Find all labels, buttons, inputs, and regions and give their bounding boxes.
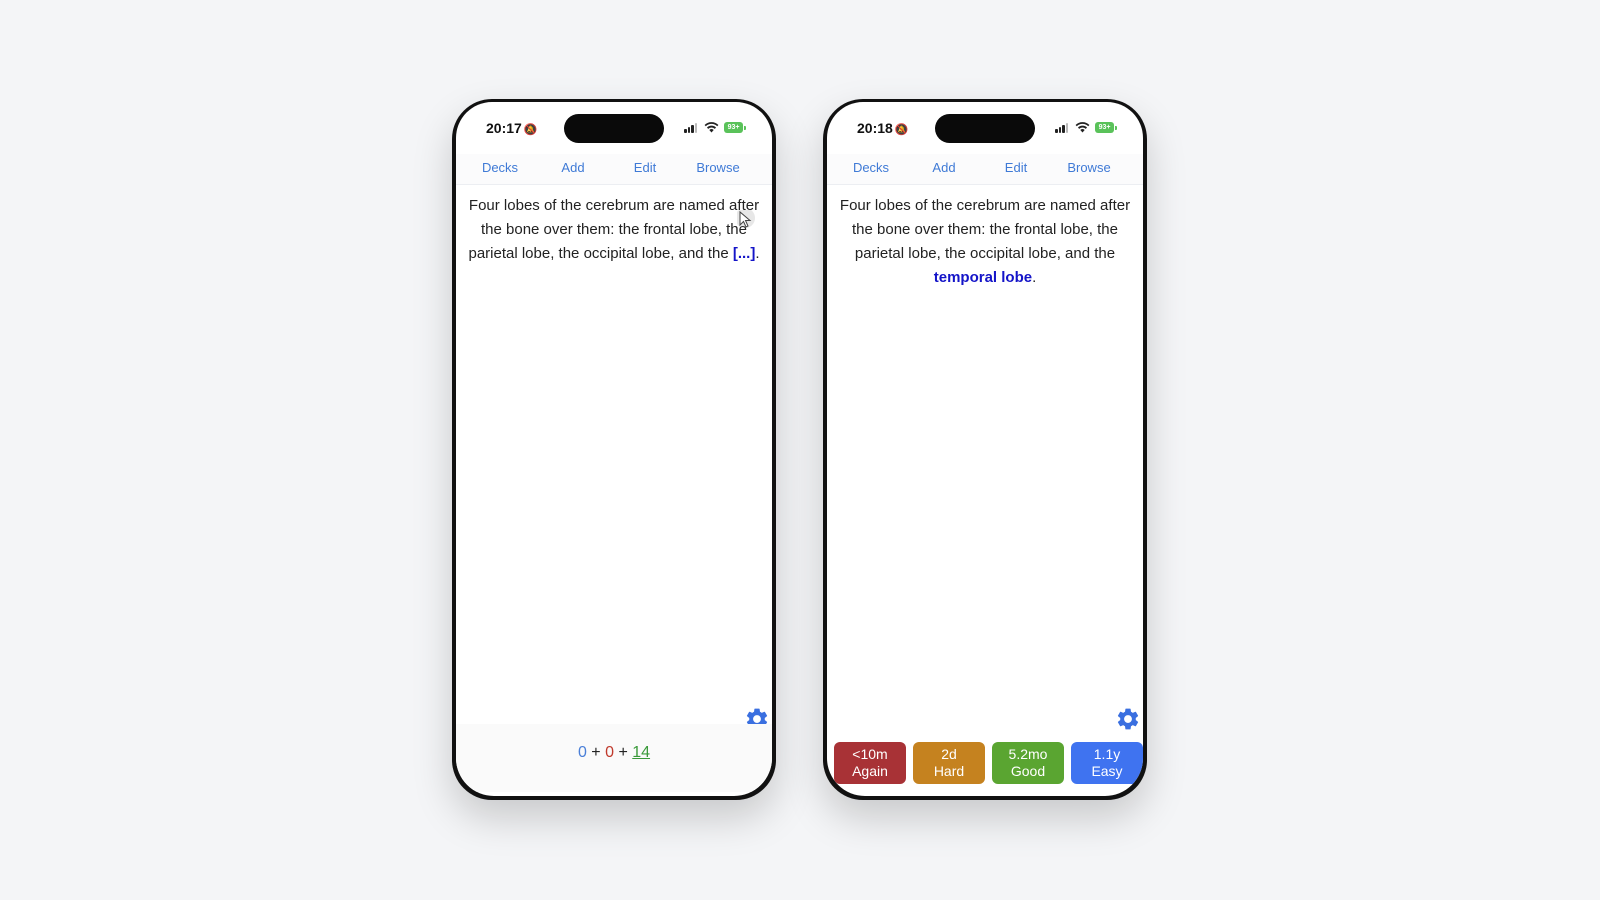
top-navigation: Decks Add Edit Browse (456, 154, 772, 185)
answer-buttons: <10m Again 2d Hard 5.2mo Good 1.1y Easy (834, 742, 1143, 786)
easy-interval: 1.1y (1093, 746, 1121, 762)
again-label: Again (852, 763, 888, 779)
wifi-icon (1075, 122, 1090, 133)
card-text: Four lobes of the cerebrum are named aft… (468, 197, 760, 262)
status-time: 20:18 🔕 (857, 120, 909, 136)
good-interval: 5.2mo (1008, 746, 1048, 762)
plus-sign: + (591, 744, 601, 761)
learn-count: 0 (605, 744, 614, 761)
dynamic-island (935, 114, 1035, 143)
new-count: 0 (577, 744, 587, 761)
card-text: Four lobes of the cerebrum are named aft… (839, 197, 1131, 262)
phone-screen: 20:17 🔕 93+ Decks Add Edit Browse Four lo… (456, 102, 772, 796)
review-count: 14 (632, 744, 651, 761)
battery-icon: 93+ (1095, 122, 1117, 133)
nav-add[interactable]: Add (561, 160, 584, 175)
good-button[interactable]: 5.2mo Good (992, 742, 1064, 784)
card-question: Four lobes of the cerebrum are named aft… (466, 194, 762, 266)
phone-question: 20:17 🔕 93+ Decks Add Edit Browse Four lo… (452, 99, 776, 800)
easy-button[interactable]: 1.1y Easy (1071, 742, 1143, 784)
status-bar: 20:17 🔕 93+ (456, 102, 772, 157)
phone-screen: 20:18 🔕 93+ Decks Add Edit Browse Four lo… (827, 102, 1143, 796)
bell-slash-icon: 🔕 (523, 124, 538, 136)
easy-label: Easy (1091, 763, 1123, 779)
nav-edit[interactable]: Edit (1005, 160, 1027, 175)
hard-interval: 2d (941, 746, 957, 762)
mouse-cursor-icon (737, 210, 755, 228)
wifi-icon (704, 122, 719, 133)
nav-browse[interactable]: Browse (1067, 160, 1110, 175)
good-label: Good (1010, 763, 1046, 779)
battery-icon: 93+ (724, 122, 746, 133)
dynamic-island (564, 114, 664, 143)
again-interval: <10m (852, 746, 888, 762)
hard-label: Hard (933, 763, 965, 779)
status-time: 20:17 🔕 (486, 120, 538, 136)
gear-icon[interactable] (1115, 706, 1141, 732)
hard-button[interactable]: 2d Hard (913, 742, 985, 784)
card-end: . (1032, 269, 1037, 286)
top-navigation: Decks Add Edit Browse (827, 154, 1143, 185)
nav-decks[interactable]: Decks (853, 160, 889, 175)
due-counts: 0 + 0 + 14 (456, 724, 772, 792)
nav-add[interactable]: Add (932, 160, 955, 175)
status-bar: 20:18 🔕 93+ (827, 102, 1143, 157)
bell-slash-icon: 🔕 (894, 124, 909, 136)
card-end: . (755, 245, 760, 262)
nav-decks[interactable]: Decks (482, 160, 518, 175)
card-answer: Four lobes of the cerebrum are named aft… (837, 194, 1133, 290)
again-button[interactable]: <10m Again (834, 742, 906, 784)
plus-sign: + (618, 744, 628, 761)
phone-answer: 20:18 🔕 93+ Decks Add Edit Browse Four lo… (823, 99, 1147, 800)
cellular-signal-icon (1055, 123, 1069, 133)
cellular-signal-icon (684, 123, 698, 133)
nav-browse[interactable]: Browse (696, 160, 739, 175)
cloze-answer: temporal lobe (933, 269, 1033, 286)
cloze-deletion: [...] (732, 245, 756, 262)
nav-edit[interactable]: Edit (634, 160, 656, 175)
